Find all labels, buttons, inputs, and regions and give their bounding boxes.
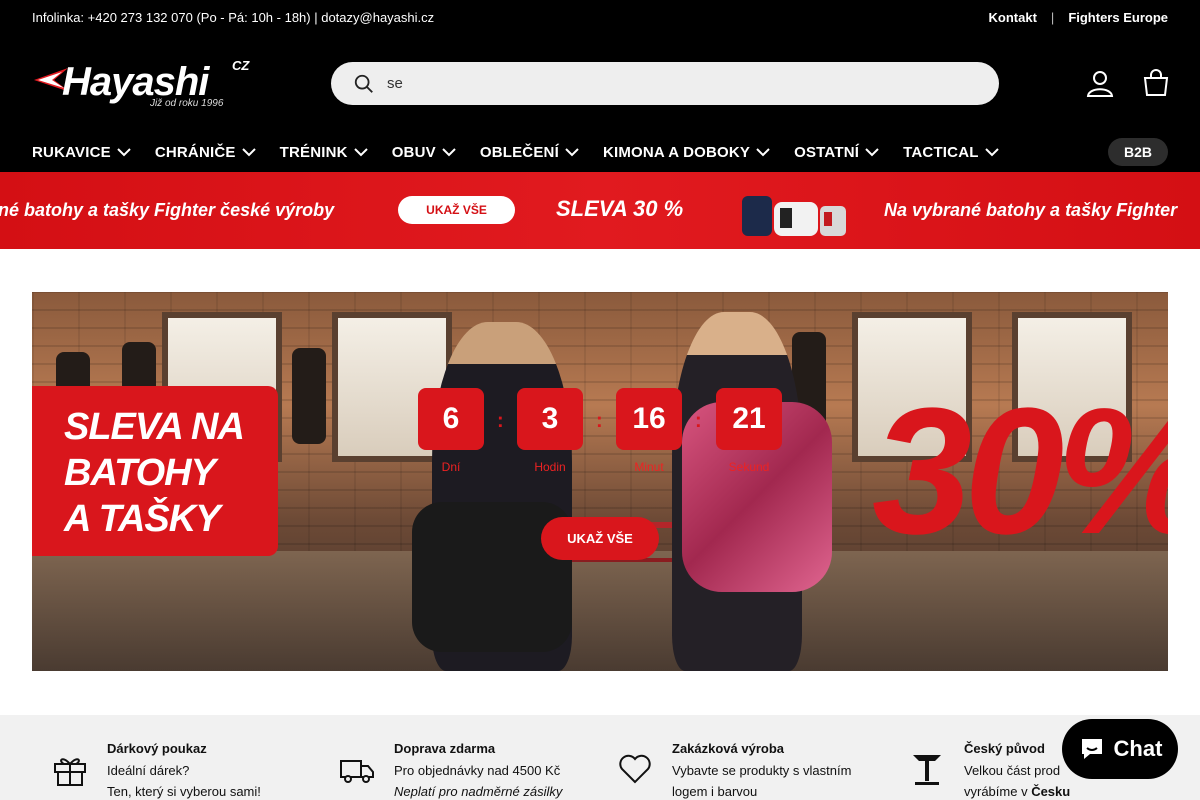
countdown-separator: :	[695, 410, 702, 432]
chat-button[interactable]: Chat	[1062, 719, 1178, 779]
nav-label: RUKAVICE	[32, 143, 111, 161]
cart-icon[interactable]	[1141, 68, 1171, 98]
gift-icon	[54, 758, 86, 786]
punching-bag	[292, 348, 326, 444]
feature-title: Dárkový poukaz	[107, 741, 207, 756]
nav-label: OSTATNÍ	[794, 143, 860, 161]
nav-label: OBUV	[391, 143, 436, 161]
countdown-hours: 3	[517, 388, 583, 450]
feature-line-bold: Česku	[1031, 784, 1071, 799]
hero-headline-line-3: A TAŠKY	[64, 498, 221, 540]
feature-line: Vybavte se produkty s vlastním	[672, 763, 852, 778]
nav-item-tactical[interactable]: TACTICAL	[903, 143, 999, 161]
countdown-separator: :	[596, 410, 603, 432]
hayashi-logo[interactable]: Hayashi CZ Již od roku 1996	[32, 58, 254, 110]
feature-line: Neplatí pro nadměrné zásilky	[394, 784, 563, 799]
countdown-days: 6	[418, 388, 484, 450]
b2b-button[interactable]: B2B	[1108, 138, 1168, 166]
countdown-days-label: Dní	[441, 460, 461, 474]
countdown-hours-label: Hodin	[534, 460, 566, 474]
chevron-down-icon	[865, 148, 879, 157]
chevron-down-icon	[565, 148, 579, 157]
nav-item-rukavice[interactable]: RUKAVICE	[32, 144, 131, 161]
nav-label: CHRÁNIČE	[154, 143, 236, 161]
feature-line-prefix: vyrábíme v	[964, 784, 1032, 799]
feature-title: Zakázková výroba	[672, 741, 785, 756]
fighters-europe-link[interactable]: Fighters Europe	[1068, 10, 1168, 25]
chat-bubble-icon	[1081, 739, 1102, 759]
chevron-down-icon	[984, 148, 999, 157]
chevron-down-icon	[442, 148, 456, 157]
promo-strip-text-right: Na vybrané batohy a tašky Fighter	[884, 200, 1178, 220]
nav-item-obleceni[interactable]: OBLEČENÍ	[480, 144, 579, 161]
feature-title: Český původ	[964, 741, 1045, 756]
top-links-separator: |	[1050, 9, 1055, 25]
logo-tagline: Již od roku 1996	[150, 98, 224, 109]
chevron-down-icon	[756, 148, 770, 157]
main-nav: RUKAVICE CHRÁNIČE TRÉNINK OBUV OBLEČENÍ …	[32, 136, 1023, 168]
truck-icon	[340, 760, 374, 783]
feature-line: Pro objednávky nad 4500 Kč	[394, 763, 561, 778]
nav-label: KIMONA A DOBOKY	[602, 143, 751, 161]
feature-line: Ideální dárek?	[107, 763, 190, 778]
bags-image-icon	[742, 196, 846, 236]
site-header: Infolinka: +420 273 132 070 (Po - Pá: 10…	[0, 0, 1200, 172]
nav-item-kimona[interactable]: KIMONA A DOBOKY	[603, 144, 770, 161]
contact-link[interactable]: Kontakt	[989, 10, 1037, 25]
top-bar: Infolinka: +420 273 132 070 (Po - Pá: 10…	[32, 0, 1168, 34]
feature-line: logem i barvou	[672, 784, 758, 799]
nav-label: TRÉNINK	[279, 143, 348, 161]
search-input[interactable]	[387, 75, 947, 92]
countdown-minutes-label: Minut	[634, 460, 664, 474]
chevron-down-icon	[353, 148, 368, 157]
promo-strip-text-left: né batohy a tašky Fighter české výroby	[0, 200, 335, 220]
feature-line: vyrábíme v Česku	[964, 784, 1070, 799]
promo-strip[interactable]: né batohy a tašky Fighter české výroby U…	[0, 172, 1200, 249]
search-bar[interactable]	[331, 62, 999, 105]
promo-strip-button[interactable]: UKAŽ VŠE	[398, 196, 515, 224]
countdown-separator: :	[497, 410, 504, 432]
feature-line: Ten, který si vyberou sami!	[107, 784, 261, 799]
heart-icon	[619, 754, 651, 784]
hero-headline-line-1: SLEVA NA	[64, 406, 245, 448]
countdown-seconds-label: Sekund	[728, 460, 770, 474]
promo-strip-discount: SLEVA 30 %	[556, 196, 684, 221]
account-icon[interactable]	[1085, 68, 1115, 98]
chevron-down-icon	[241, 148, 256, 157]
hero-banner[interactable]: SLEVA NA BATOHY A TAŠKY 30% 6 Dní : 3 Ho…	[32, 292, 1168, 671]
search-icon[interactable]	[353, 73, 375, 95]
nav-item-ostatni[interactable]: OSTATNÍ	[794, 144, 879, 161]
chat-label: Chat	[1113, 736, 1163, 761]
logo-cz: CZ	[232, 58, 250, 73]
nav-label: OBLEČENÍ	[479, 143, 559, 161]
hotline-info: Infolinka: +420 273 132 070 (Po - Pá: 10…	[32, 9, 435, 25]
fighter-logo-icon	[913, 755, 941, 785]
countdown-seconds: 21	[716, 388, 782, 450]
features-bar: Dárkový poukaz Ideální dárek? Ten, který…	[0, 715, 1200, 800]
top-links: Kontakt | Fighters Europe	[989, 10, 1168, 25]
feature-line: Velkou část prod	[964, 763, 1061, 778]
feature-title: Doprava zdarma	[394, 741, 496, 756]
hero-big-discount: 30%	[872, 371, 1168, 572]
nav-item-obuv[interactable]: OBUV	[392, 144, 456, 161]
nav-item-trenink[interactable]: TRÉNINK	[280, 144, 368, 161]
nav-item-chranice[interactable]: CHRÁNIČE	[155, 144, 256, 161]
hero-headline-line-2: BATOHY	[64, 452, 216, 494]
countdown-minutes: 16	[616, 388, 682, 450]
hero-headline-box: SLEVA NA BATOHY A TAŠKY	[32, 386, 278, 556]
chevron-down-icon	[117, 148, 131, 157]
nav-label: TACTICAL	[903, 143, 979, 161]
hero-cta-button[interactable]: UKAŽ VŠE	[541, 517, 659, 560]
